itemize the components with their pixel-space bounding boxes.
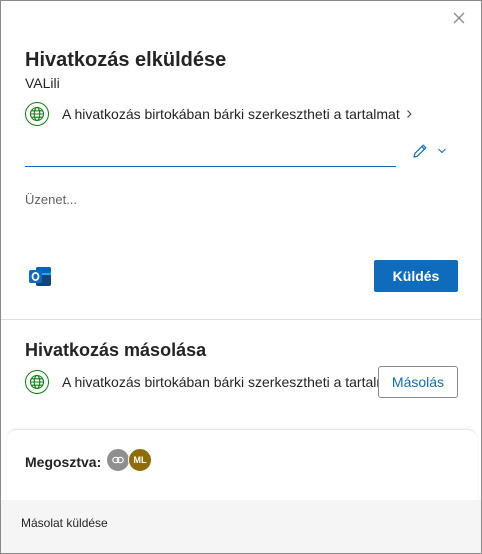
user-avatar[interactable]: ML bbox=[128, 448, 152, 472]
message-input[interactable] bbox=[25, 187, 457, 211]
send-button[interactable]: Küldés bbox=[374, 260, 458, 292]
pencil-icon bbox=[413, 144, 427, 158]
copy-link-settings-button[interactable]: A hivatkozás birtokában bárki szerkeszth… bbox=[25, 369, 378, 395]
link-permission-text: A hivatkozás birtokában bárki szerkeszth… bbox=[62, 106, 400, 122]
copy-link-title: Hivatkozás másolása bbox=[25, 340, 207, 360]
permission-dropdown-button[interactable] bbox=[411, 140, 451, 162]
link-icon bbox=[112, 456, 124, 464]
globe-icon bbox=[25, 370, 49, 394]
shared-with-label: Megosztva: bbox=[25, 454, 102, 470]
send-link-title: Hivatkozás elküldése bbox=[25, 49, 227, 71]
share-dialog: Hivatkozás elküldése VALili A hivatkozás… bbox=[0, 0, 482, 554]
shared-avatars[interactable]: ML bbox=[106, 448, 152, 472]
globe-icon bbox=[25, 102, 49, 126]
link-settings-button[interactable]: A hivatkozás birtokában bárki szerkeszth… bbox=[25, 101, 425, 127]
chevron-down-icon bbox=[438, 148, 446, 154]
chevron-right-icon bbox=[405, 109, 413, 119]
send-copy-link[interactable]: Másolat küldése bbox=[21, 516, 108, 530]
link-avatar[interactable] bbox=[106, 448, 130, 472]
file-name: VALili bbox=[25, 75, 60, 91]
outlook-icon[interactable] bbox=[27, 263, 53, 289]
section-divider bbox=[1, 319, 481, 320]
recipient-input[interactable] bbox=[25, 143, 396, 167]
copy-button[interactable]: Másolás bbox=[378, 366, 458, 398]
footer-bar: Másolat küldése bbox=[1, 500, 481, 553]
send-link-section: Hivatkozás elküldése VALili A hivatkozás… bbox=[1, 1, 481, 319]
copy-link-permission-text: A hivatkozás birtokában bárki szerkeszth… bbox=[62, 374, 378, 390]
